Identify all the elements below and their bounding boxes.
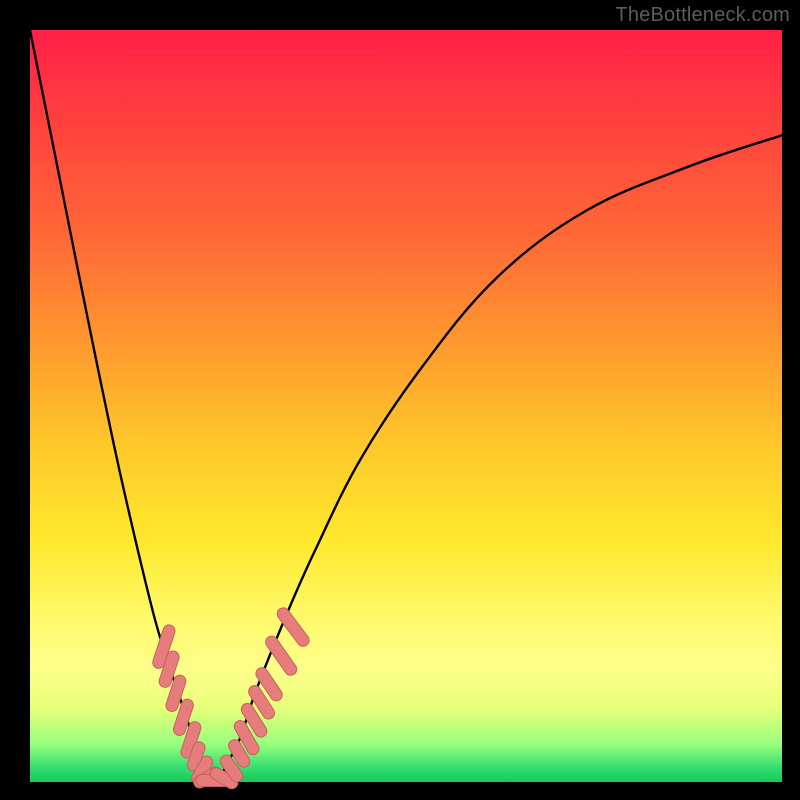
bottleneck-curve bbox=[30, 30, 782, 784]
marker-layer bbox=[151, 605, 311, 791]
chart-frame: TheBottleneck.com bbox=[0, 0, 800, 800]
chart-svg bbox=[30, 30, 782, 782]
watermark-text: TheBottleneck.com bbox=[615, 4, 790, 27]
plot-area bbox=[30, 30, 782, 782]
